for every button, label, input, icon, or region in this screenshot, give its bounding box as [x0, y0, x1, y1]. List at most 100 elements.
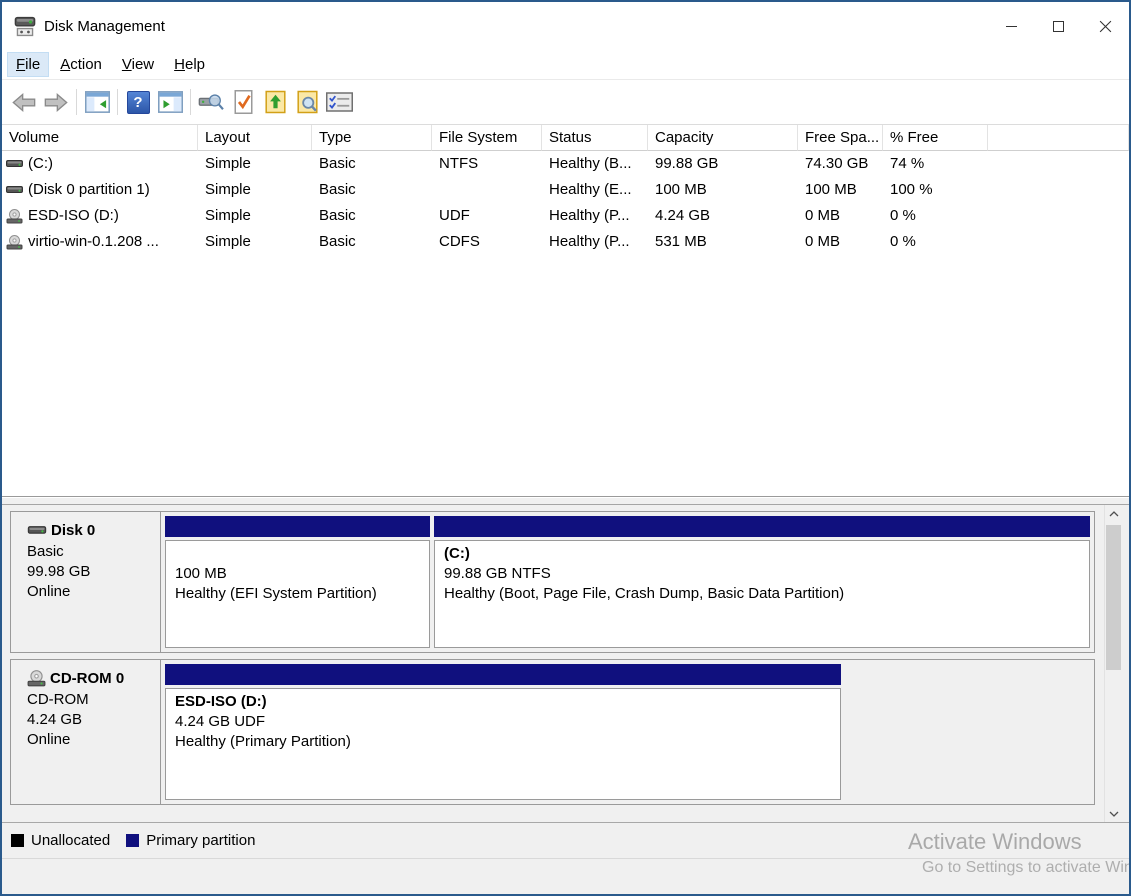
cell-type: Basic: [312, 229, 432, 255]
minimize-button[interactable]: [988, 2, 1035, 50]
cell-free: 100 MB: [798, 177, 883, 203]
hdd-icon: [6, 184, 23, 196]
legend-bar: Unallocated Primary partition: [2, 822, 1129, 858]
column-header-volume[interactable]: Volume: [2, 125, 198, 151]
cell-layout: Simple: [198, 203, 312, 229]
scrollbar-thumb[interactable]: [1106, 525, 1121, 670]
properties-icon: [326, 92, 353, 112]
cdrom0-partition-track: ESD-ISO (D:) 4.24 GB UDF Healthy (Primar…: [161, 660, 1094, 804]
scroll-up-button[interactable]: [1105, 505, 1122, 522]
folder-search-icon: [296, 90, 319, 114]
partition-efi[interactable]: 100 MB Healthy (EFI System Partition): [165, 516, 430, 648]
volume-row-disk0-partition1[interactable]: (Disk 0 partition 1) Simple Basic Health…: [2, 177, 1129, 203]
volume-row-c[interactable]: (C:) Simple Basic NTFS Healthy (B... 99.…: [2, 151, 1129, 177]
cd-icon: [6, 235, 23, 250]
close-button[interactable]: [1082, 2, 1129, 50]
partition-c[interactable]: (C:) 99.88 GB NTFS Healthy (Boot, Page F…: [434, 516, 1090, 648]
unallocated-color-swatch: [11, 834, 24, 847]
cell-layout: Simple: [198, 177, 312, 203]
legend-label: Primary partition: [146, 832, 255, 849]
cdrom0-row: CD-ROM 0 CD-ROM 4.24 GB Online ESD-ISO (…: [10, 659, 1095, 805]
cell-status: Healthy (P...: [542, 229, 648, 255]
column-header-layout[interactable]: Layout: [198, 125, 312, 151]
disk0-label-panel[interactable]: Disk 0 Basic 99.98 GB Online: [11, 512, 161, 652]
vertical-scrollbar[interactable]: [1104, 505, 1121, 822]
back-button[interactable]: [8, 86, 40, 118]
check-document-icon: [233, 90, 254, 114]
console-tree-icon: [85, 91, 110, 113]
action-pane-icon: [158, 91, 183, 113]
menu-bar: File Action View Help: [2, 50, 1129, 80]
cell-layout: Simple: [198, 229, 312, 255]
toolbar-separator: [76, 89, 77, 115]
volume-list: Volume Layout Type File System Status Ca…: [2, 125, 1129, 497]
column-header-status[interactable]: Status: [542, 125, 648, 151]
menu-view[interactable]: View: [114, 53, 162, 76]
menu-file[interactable]: File: [8, 53, 48, 76]
properties-button[interactable]: [323, 86, 355, 118]
menu-help[interactable]: Help: [166, 53, 213, 76]
column-header-capacity[interactable]: Capacity: [648, 125, 798, 151]
minimize-icon: [1006, 26, 1017, 27]
column-header-pct-free[interactable]: % Free: [883, 125, 988, 151]
disk-view-button[interactable]: [195, 86, 227, 118]
column-header-type[interactable]: Type: [312, 125, 432, 151]
partition-status: Healthy (EFI System Partition): [175, 584, 420, 604]
pane-splitter[interactable]: [2, 497, 1129, 505]
title-bar: Disk Management: [2, 2, 1129, 50]
disk0-partition-track: 100 MB Healthy (EFI System Partition) (C…: [161, 512, 1094, 652]
cell-fs: UDF: [432, 203, 542, 229]
cell-fs: [432, 177, 542, 203]
show-console-tree-button[interactable]: [81, 86, 113, 118]
back-icon: [12, 93, 36, 112]
cell-pct-free: 0 %: [883, 203, 988, 229]
partition-color-band: [434, 516, 1090, 537]
legend-primary-partition: Primary partition: [126, 832, 255, 849]
folder-up-icon: [264, 90, 287, 114]
partition-size: 99.88 GB NTFS: [444, 564, 1080, 584]
cell-type: Basic: [312, 151, 432, 177]
cell-layout: Simple: [198, 151, 312, 177]
close-icon: [1099, 20, 1112, 33]
scroll-down-button[interactable]: [1105, 805, 1122, 822]
partition-name: [175, 544, 420, 564]
cell-capacity: 100 MB: [648, 177, 798, 203]
folder-up-button[interactable]: [259, 86, 291, 118]
cell-free: 0 MB: [798, 229, 883, 255]
column-header-free-space[interactable]: Free Spa...: [798, 125, 883, 151]
show-action-pane-button[interactable]: [154, 86, 186, 118]
menu-action[interactable]: Action: [52, 53, 110, 76]
cell-status: Healthy (B...: [542, 151, 648, 177]
cell-type: Basic: [312, 203, 432, 229]
folder-search-button[interactable]: [291, 86, 323, 118]
partition-status: Healthy (Boot, Page File, Crash Dump, Ba…: [444, 584, 1080, 604]
legend-unallocated: Unallocated: [11, 832, 110, 849]
cell-capacity: 4.24 GB: [648, 203, 798, 229]
cell-free: 0 MB: [798, 203, 883, 229]
volume-row-virtio-win[interactable]: virtio-win-0.1.208 ... Simple Basic CDFS…: [2, 229, 1129, 255]
cd-icon: [6, 209, 23, 224]
cell-status: Healthy (E...: [542, 177, 648, 203]
partition-esd-iso[interactable]: ESD-ISO (D:) 4.24 GB UDF Healthy (Primar…: [165, 664, 841, 800]
cell-capacity: 99.88 GB: [648, 151, 798, 177]
cdrom0-label-panel[interactable]: CD-ROM 0 CD-ROM 4.24 GB Online: [11, 660, 161, 804]
cell-pct-free: 0 %: [883, 229, 988, 255]
disk-management-window: Disk Management File Action View Help: [0, 0, 1131, 896]
volume-name: virtio-win-0.1.208 ...: [28, 229, 159, 255]
volume-row-esd-iso[interactable]: ESD-ISO (D:) Simple Basic UDF Healthy (P…: [2, 203, 1129, 229]
disk-name: Disk 0: [51, 522, 95, 539]
disk-graphical-view: Disk 0 Basic 99.98 GB Online 100 MB Heal…: [2, 505, 1129, 822]
cell-fs: NTFS: [432, 151, 542, 177]
disk-name: CD-ROM 0: [50, 670, 124, 687]
forward-icon: [44, 93, 68, 112]
disk-type: Basic: [27, 542, 160, 562]
cell-fs: CDFS: [432, 229, 542, 255]
maximize-button[interactable]: [1035, 2, 1082, 50]
column-header-file-system[interactable]: File System: [432, 125, 542, 151]
column-header-empty[interactable]: [988, 125, 1129, 151]
check-document-button[interactable]: [227, 86, 259, 118]
forward-button[interactable]: [40, 86, 72, 118]
help-button[interactable]: [122, 86, 154, 118]
chevron-up-icon: [1109, 511, 1119, 517]
chevron-down-icon: [1109, 811, 1119, 817]
